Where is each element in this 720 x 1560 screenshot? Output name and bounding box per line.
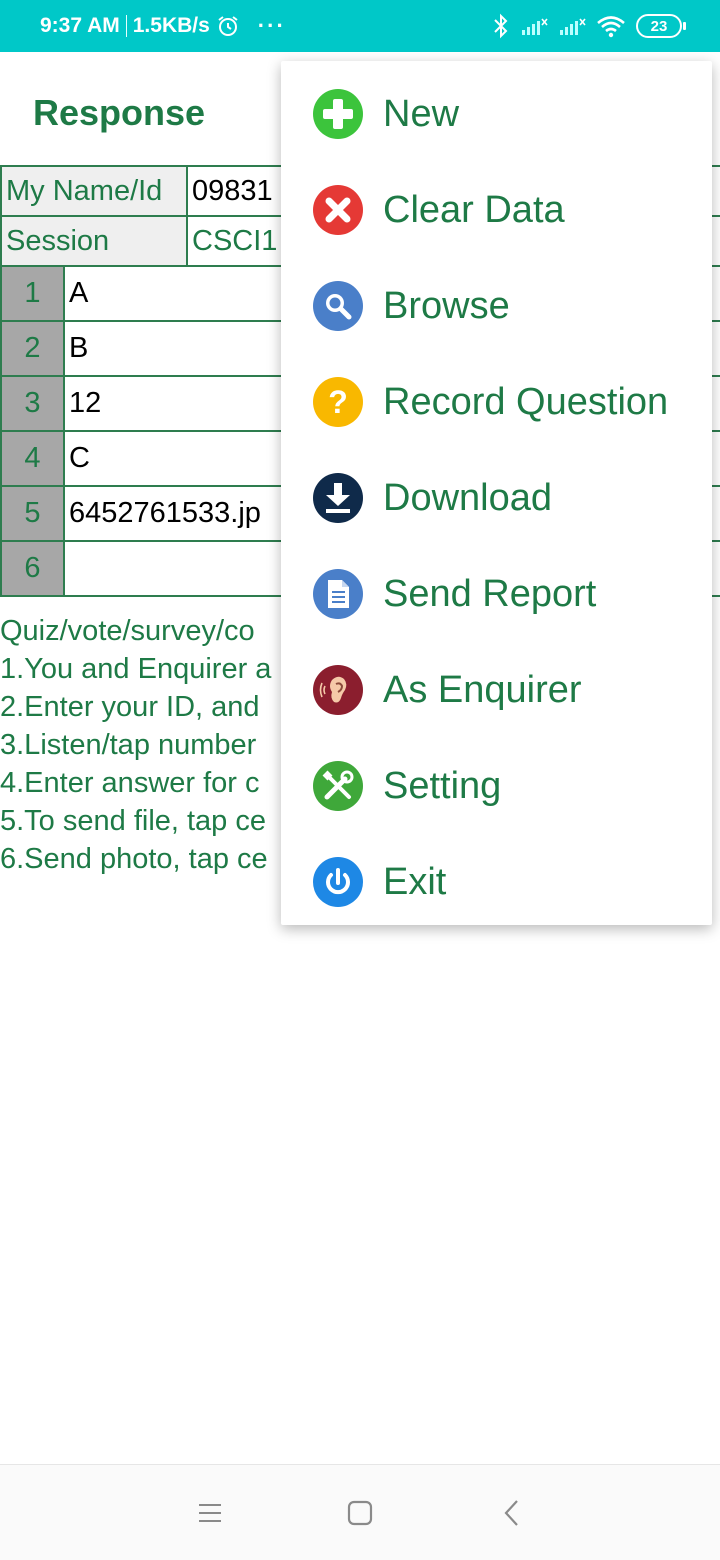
battery-icon: 23 bbox=[636, 14, 686, 38]
menu-item-clear-data[interactable]: Clear Data bbox=[281, 162, 712, 258]
menu-item-browse[interactable]: Browse bbox=[281, 258, 712, 354]
status-left: 9:37 AM 1.5KB/s ··· bbox=[40, 0, 286, 52]
document-icon bbox=[313, 569, 363, 619]
status-time: 9:37 AM bbox=[40, 14, 120, 37]
search-icon bbox=[313, 281, 363, 331]
menu-item-label: New bbox=[383, 92, 460, 135]
menu-item-label: Setting bbox=[383, 764, 502, 807]
menu-item-label: Browse bbox=[383, 284, 510, 327]
menu-icon bbox=[199, 1504, 221, 1522]
back-icon bbox=[504, 1500, 518, 1526]
power-icon bbox=[313, 857, 363, 907]
menu-item-label: Download bbox=[383, 476, 552, 519]
page-title: Response bbox=[33, 92, 206, 133]
alarm-icon bbox=[218, 16, 238, 36]
question-number[interactable]: 2 bbox=[0, 320, 65, 377]
plus-icon bbox=[313, 89, 363, 139]
menu-item-new[interactable]: New bbox=[281, 66, 712, 162]
signal-icon bbox=[560, 18, 586, 35]
home-button[interactable] bbox=[344, 1497, 376, 1529]
question-number[interactable]: 6 bbox=[0, 540, 65, 597]
back-button[interactable] bbox=[496, 1497, 528, 1529]
question-number[interactable]: 3 bbox=[0, 375, 65, 432]
menu-button[interactable] bbox=[194, 1497, 226, 1529]
wifi-icon bbox=[597, 16, 625, 38]
menu-item-label: Exit bbox=[383, 860, 447, 903]
menu-item-label: As Enquirer bbox=[383, 668, 582, 711]
home-icon bbox=[347, 1500, 373, 1526]
menu-item-label: Send Report bbox=[383, 572, 597, 615]
navigation-bar bbox=[0, 1464, 720, 1560]
status-divider bbox=[125, 15, 127, 37]
session-label: Session bbox=[0, 215, 188, 267]
question-number[interactable]: 5 bbox=[0, 485, 65, 542]
signal-icon bbox=[522, 18, 548, 35]
more-notifications-icon: ··· bbox=[257, 13, 286, 38]
menu-item-send-report[interactable]: Send Report bbox=[281, 546, 712, 642]
menu-item-record-question[interactable]: ? Record Question bbox=[281, 354, 712, 450]
question-number[interactable]: 1 bbox=[0, 265, 65, 322]
bluetooth-icon bbox=[494, 13, 508, 39]
menu-item-label: Clear Data bbox=[383, 188, 565, 231]
battery-level: 23 bbox=[650, 17, 668, 35]
status-right: 23 bbox=[492, 0, 686, 52]
name-label: My Name/Id bbox=[0, 165, 188, 217]
tools-icon bbox=[313, 761, 363, 811]
menu-item-label: Record Question bbox=[383, 380, 669, 423]
overflow-menu: New Clear Data Browse ? Record Question bbox=[281, 61, 712, 925]
svg-text:?: ? bbox=[328, 384, 348, 420]
menu-item-exit[interactable]: Exit bbox=[281, 834, 712, 930]
menu-item-setting[interactable]: Setting bbox=[281, 738, 712, 834]
menu-item-as-enquirer[interactable]: As Enquirer bbox=[281, 642, 712, 738]
question-number[interactable]: 4 bbox=[0, 430, 65, 487]
download-icon bbox=[313, 473, 363, 523]
close-icon bbox=[313, 185, 363, 235]
menu-item-download[interactable]: Download bbox=[281, 450, 712, 546]
ear-icon bbox=[313, 665, 363, 715]
question-icon: ? bbox=[313, 377, 363, 427]
status-speed: 1.5KB/s bbox=[132, 14, 210, 37]
status-bar: 9:37 AM 1.5KB/s ··· 23 bbox=[0, 0, 720, 52]
